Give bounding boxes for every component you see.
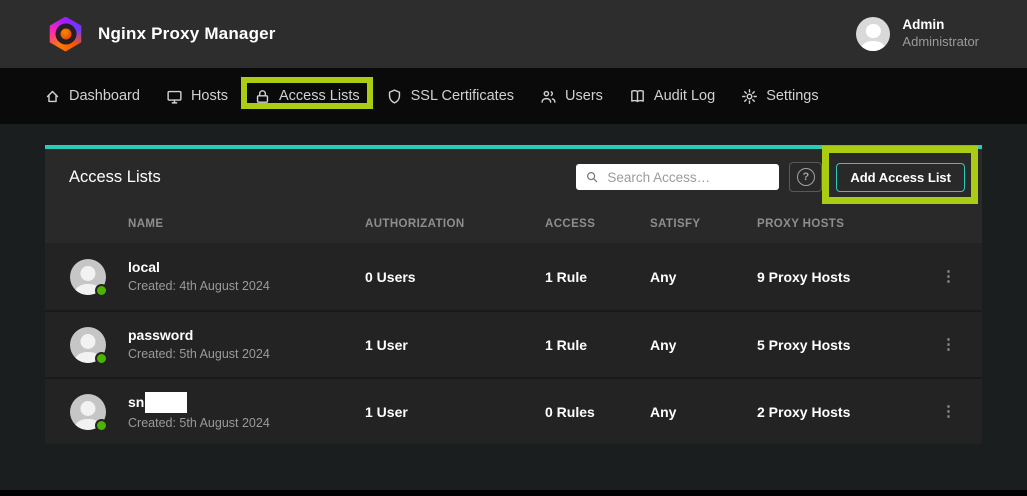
satisfy-value: Any <box>650 404 757 420</box>
online-status-dot <box>95 419 108 432</box>
avatar <box>70 259 106 295</box>
created-date: Created: 4th August 2024 <box>128 278 270 294</box>
access-value: 1 Rule <box>545 337 650 353</box>
search-box <box>576 164 779 190</box>
table-row[interactable]: local Created: 4th August 2024 0 Users 1… <box>45 243 982 310</box>
top-bar: Nginx Proxy Manager Admin Administrator <box>0 0 1027 68</box>
gear-icon <box>741 88 758 105</box>
bottom-strip <box>0 490 1027 496</box>
row-menu-icon[interactable]: ⋮ <box>941 269 956 284</box>
shield-icon <box>386 88 403 105</box>
brand: Nginx Proxy Manager <box>48 17 276 52</box>
access-lists-panel: Access Lists ? Add Access List NAME AUTH… <box>45 145 982 444</box>
online-status-dot <box>95 284 108 297</box>
access-list-name: password <box>128 326 270 344</box>
user-role: Administrator <box>902 34 979 50</box>
table-row[interactable]: sn Created: 5th August 2024 1 User 0 Rul… <box>45 377 982 444</box>
row-menu-icon[interactable]: ⋮ <box>941 337 956 352</box>
avatar <box>70 327 106 363</box>
column-header-proxy-hosts: PROXY HOSTS <box>757 218 903 230</box>
row-menu-icon[interactable]: ⋮ <box>941 404 956 419</box>
nav-item-dashboard[interactable]: Dashboard <box>44 88 140 105</box>
user-avatar <box>856 17 890 51</box>
nav-item-users[interactable]: Users <box>540 88 603 105</box>
help-icon: ? <box>797 168 815 186</box>
add-access-list-button[interactable]: Add Access List <box>836 163 965 192</box>
column-header-access: ACCESS <box>545 218 650 230</box>
satisfy-value: Any <box>650 269 757 285</box>
access-value: 0 Rules <box>545 404 650 420</box>
access-list-name: local <box>128 258 270 276</box>
panel-title: Access Lists <box>69 168 161 187</box>
table-header: NAME AUTHORIZATION ACCESS SATISFY PROXY … <box>45 205 982 243</box>
monitor-icon <box>166 88 183 105</box>
search-input[interactable] <box>607 170 771 185</box>
created-date: Created: 5th August 2024 <box>128 415 270 431</box>
proxy-hosts-value: 9 Proxy Hosts <box>757 269 903 285</box>
proxy-hosts-value: 2 Proxy Hosts <box>757 404 903 420</box>
panel-header: Access Lists ? Add Access List <box>45 149 982 205</box>
book-icon <box>629 88 646 105</box>
nav-item-ssl-certificates[interactable]: SSL Certificates <box>386 88 514 105</box>
help-button[interactable]: ? <box>789 162 822 192</box>
nav-item-audit-log[interactable]: Audit Log <box>629 88 715 105</box>
satisfy-value: Any <box>650 337 757 353</box>
access-value: 1 Rule <box>545 269 650 285</box>
authorization-value: 0 Users <box>365 269 545 285</box>
nav-item-hosts[interactable]: Hosts <box>166 88 228 105</box>
app-logo-icon <box>48 17 83 52</box>
column-header-satisfy: SATISFY <box>650 218 757 230</box>
proxy-hosts-value: 5 Proxy Hosts <box>757 337 903 353</box>
access-list-name: sn <box>128 392 270 413</box>
user-name: Admin <box>902 17 979 34</box>
home-icon <box>44 88 61 105</box>
nav-item-access-lists[interactable]: Access Lists <box>254 88 360 105</box>
avatar <box>70 394 106 430</box>
authorization-value: 1 User <box>365 337 545 353</box>
table-row[interactable]: password Created: 5th August 2024 1 User… <box>45 310 982 377</box>
lock-icon <box>254 88 271 105</box>
nav-item-settings[interactable]: Settings <box>741 88 818 105</box>
online-status-dot <box>95 352 108 365</box>
created-date: Created: 5th August 2024 <box>128 346 270 362</box>
main-nav: Dashboard Hosts Access Lists SSL Certifi… <box>0 68 1027 124</box>
search-icon <box>585 170 599 184</box>
redaction-box <box>145 392 187 413</box>
main-content: Access Lists ? Add Access List NAME AUTH… <box>0 124 1027 490</box>
column-header-authorization: AUTHORIZATION <box>365 218 545 230</box>
column-header-name: NAME <box>70 218 365 230</box>
user-menu[interactable]: Admin Administrator <box>856 17 979 51</box>
users-icon <box>540 88 557 105</box>
authorization-value: 1 User <box>365 404 545 420</box>
app-title: Nginx Proxy Manager <box>98 24 276 44</box>
